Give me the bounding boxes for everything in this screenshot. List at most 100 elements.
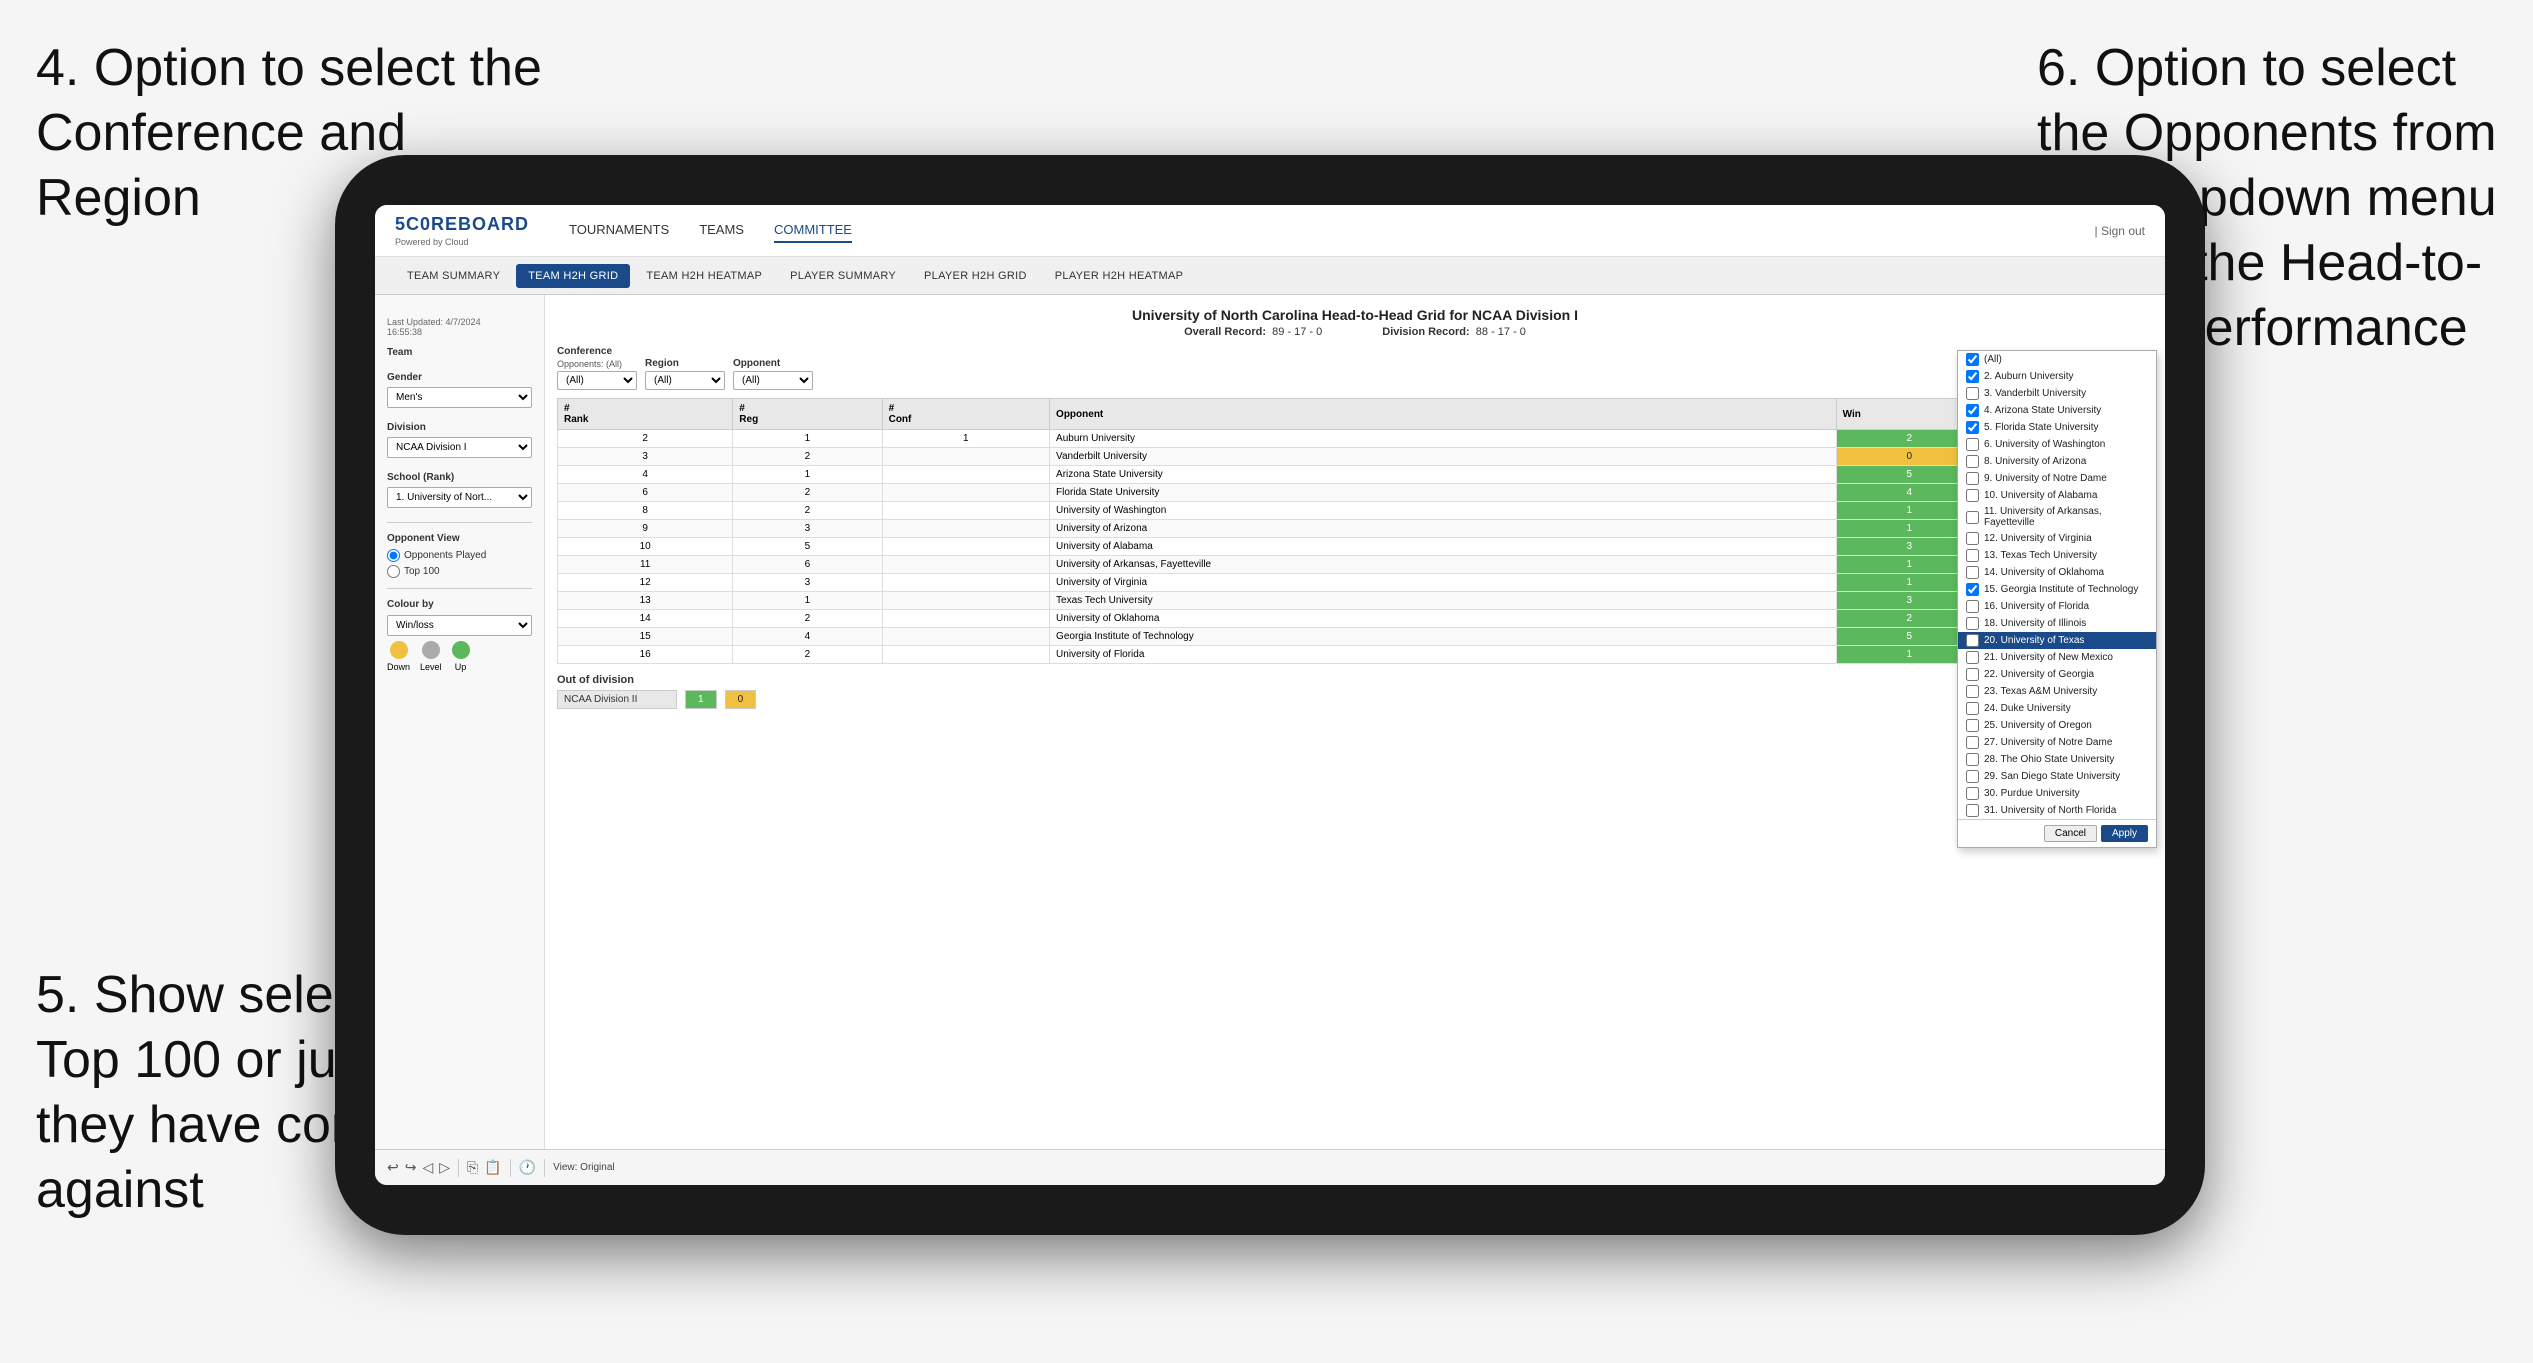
dropdown-item[interactable]: 14. University of Oklahoma: [1958, 564, 2156, 581]
dropdown-item[interactable]: 22. University of Georgia: [1958, 666, 2156, 683]
cell-conf: [882, 628, 1049, 646]
dropdown-checkbox[interactable]: [1966, 353, 1979, 366]
cell-conf: [882, 484, 1049, 502]
nav-committee[interactable]: COMMITTEE: [774, 218, 852, 243]
cell-opponent: University of Arkansas, Fayetteville: [1050, 556, 1837, 574]
dropdown-checkbox[interactable]: [1966, 566, 1979, 579]
sidebar-school-section: School (Rank) 1. University of Nort...: [387, 472, 532, 508]
cell-opponent: Georgia Institute of Technology: [1050, 628, 1837, 646]
dropdown-checkbox[interactable]: [1966, 668, 1979, 681]
dropdown-item[interactable]: 25. University of Oregon: [1958, 717, 2156, 734]
dropdown-checkbox[interactable]: [1966, 421, 1979, 434]
gender-select[interactable]: Men's: [387, 387, 532, 408]
dropdown-item[interactable]: 23. Texas A&M University: [1958, 683, 2156, 700]
region-select[interactable]: (All): [645, 371, 725, 390]
school-select[interactable]: 1. University of Nort...: [387, 487, 532, 508]
radio-opponents-played[interactable]: Opponents Played: [387, 549, 532, 562]
tab-player-summary[interactable]: PLAYER SUMMARY: [778, 264, 908, 288]
dropdown-checkbox[interactable]: [1966, 685, 1979, 698]
dropdown-item[interactable]: 2. Auburn University: [1958, 368, 2156, 385]
dropdown-checkbox[interactable]: [1966, 511, 1979, 524]
legend-level: Level: [420, 641, 442, 672]
dropdown-item[interactable]: 11. University of Arkansas, Fayetteville: [1958, 504, 2156, 530]
back-icon[interactable]: ◁: [422, 1159, 433, 1176]
opponent-select[interactable]: (All): [733, 371, 813, 390]
legend-down-dot: [390, 641, 408, 659]
tab-player-h2h-grid[interactable]: PLAYER H2H GRID: [912, 264, 1039, 288]
dropdown-checkbox[interactable]: [1966, 736, 1979, 749]
dropdown-item[interactable]: 28. The Ohio State University: [1958, 751, 2156, 768]
division-select[interactable]: NCAA Division I: [387, 437, 532, 458]
dropdown-checkbox[interactable]: [1966, 404, 1979, 417]
nav-bar: 5C0REBOARD Powered by Cloud TOURNAMENTS …: [375, 205, 2165, 257]
apply-button[interactable]: Apply: [2101, 825, 2148, 842]
dropdown-checkbox[interactable]: [1966, 472, 1979, 485]
cell-rank: 3: [558, 448, 733, 466]
legend-row: Down Level Up: [387, 641, 532, 672]
dropdown-actions: Cancel Apply: [1958, 819, 2156, 847]
dropdown-checkbox[interactable]: [1966, 634, 1979, 647]
dropdown-checkbox[interactable]: [1966, 753, 1979, 766]
dropdown-checkbox[interactable]: [1966, 787, 1979, 800]
dropdown-item[interactable]: 30. Purdue University: [1958, 785, 2156, 802]
conference-opponents-label: Opponents: (All): [557, 359, 637, 369]
dropdown-item[interactable]: 27. University of Notre Dame: [1958, 734, 2156, 751]
dropdown-item[interactable]: 15. Georgia Institute of Technology: [1958, 581, 2156, 598]
dropdown-item[interactable]: 12. University of Virginia: [1958, 530, 2156, 547]
dropdown-checkbox[interactable]: [1966, 370, 1979, 383]
sidebar-gender-section: Gender Men's: [387, 372, 532, 408]
dropdown-checkbox[interactable]: [1966, 532, 1979, 545]
dropdown-item[interactable]: 6. University of Washington: [1958, 436, 2156, 453]
conference-select[interactable]: (All): [557, 371, 637, 390]
dropdown-checkbox[interactable]: [1966, 549, 1979, 562]
dropdown-item-label: 29. San Diego State University: [1984, 771, 2120, 782]
nav-tournaments[interactable]: TOURNAMENTS: [569, 218, 669, 243]
radio-top100[interactable]: Top 100: [387, 565, 532, 578]
dropdown-checkbox[interactable]: [1966, 438, 1979, 451]
dropdown-item[interactable]: 13. Texas Tech University: [1958, 547, 2156, 564]
dropdown-item[interactable]: 10. University of Alabama: [1958, 487, 2156, 504]
dropdown-item[interactable]: 8. University of Arizona: [1958, 453, 2156, 470]
nav-sign-out[interactable]: | Sign out: [2095, 224, 2145, 238]
dropdown-checkbox[interactable]: [1966, 702, 1979, 715]
tab-team-h2h-grid[interactable]: TEAM H2H GRID: [516, 264, 630, 288]
tab-team-summary[interactable]: TEAM SUMMARY: [395, 264, 512, 288]
dropdown-item[interactable]: 31. University of North Florida: [1958, 802, 2156, 819]
cell-reg: 3: [733, 574, 882, 592]
dropdown-item[interactable]: 5. Florida State University: [1958, 419, 2156, 436]
dropdown-item[interactable]: 29. San Diego State University: [1958, 768, 2156, 785]
out-of-division: Out of division NCAA Division II 1 0: [557, 674, 2153, 709]
redo-icon[interactable]: ↪: [405, 1159, 417, 1176]
dropdown-checkbox[interactable]: [1966, 719, 1979, 732]
cell-rank: 16: [558, 646, 733, 664]
dropdown-checkbox[interactable]: [1966, 489, 1979, 502]
dropdown-checkbox[interactable]: [1966, 651, 1979, 664]
dropdown-checkbox[interactable]: [1966, 455, 1979, 468]
forward-icon[interactable]: ▷: [439, 1159, 450, 1176]
copy-icon[interactable]: ⎘: [467, 1159, 478, 1176]
tab-player-h2h-heatmap[interactable]: PLAYER H2H HEATMAP: [1043, 264, 1195, 288]
dropdown-checkbox[interactable]: [1966, 770, 1979, 783]
cancel-button[interactable]: Cancel: [2044, 825, 2097, 842]
dropdown-item[interactable]: 20. University of Texas: [1958, 632, 2156, 649]
dropdown-item[interactable]: 3. Vanderbilt University: [1958, 385, 2156, 402]
dropdown-item[interactable]: 18. University of Illinois: [1958, 615, 2156, 632]
undo-icon[interactable]: ↩: [387, 1159, 399, 1176]
dropdown-checkbox[interactable]: [1966, 617, 1979, 630]
dropdown-item[interactable]: 24. Duke University: [1958, 700, 2156, 717]
tab-team-h2h-heatmap[interactable]: TEAM H2H HEATMAP: [634, 264, 774, 288]
dropdown-item[interactable]: 16. University of Florida: [1958, 598, 2156, 615]
clock-icon[interactable]: 🕐: [519, 1159, 536, 1176]
dropdown-checkbox[interactable]: [1966, 804, 1979, 817]
dropdown-item[interactable]: 21. University of New Mexico: [1958, 649, 2156, 666]
dropdown-item[interactable]: (All): [1958, 351, 2156, 368]
dropdown-checkbox[interactable]: [1966, 583, 1979, 596]
colour-by-select[interactable]: Win/loss: [387, 615, 532, 636]
dropdown-item[interactable]: 9. University of Notre Dame: [1958, 470, 2156, 487]
dropdown-checkbox[interactable]: [1966, 387, 1979, 400]
nav-teams[interactable]: TEAMS: [699, 218, 744, 243]
cell-conf: [882, 646, 1049, 664]
paste-icon[interactable]: 📋: [484, 1159, 501, 1176]
dropdown-item[interactable]: 4. Arizona State University: [1958, 402, 2156, 419]
dropdown-checkbox[interactable]: [1966, 600, 1979, 613]
